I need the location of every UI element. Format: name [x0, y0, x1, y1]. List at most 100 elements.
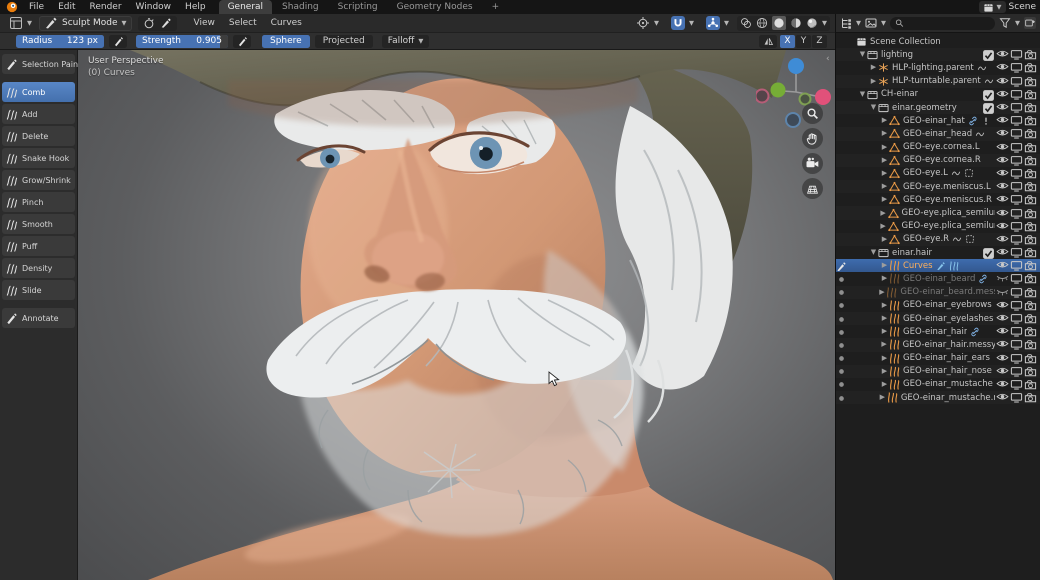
render-disable-icon[interactable]	[1024, 62, 1037, 73]
disclosure-right-icon[interactable]: ▶	[880, 325, 889, 338]
viewport-menu-select[interactable]: Select	[222, 16, 264, 30]
collection-checkbox[interactable]	[982, 49, 995, 62]
material-shading-icon[interactable]	[790, 17, 802, 29]
viewport-disable-icon[interactable]	[1010, 62, 1023, 74]
viewport-disable-icon[interactable]	[1010, 366, 1023, 377]
menu-window[interactable]: Window	[129, 0, 179, 14]
visibility-eye-icon[interactable]	[996, 353, 1009, 364]
viewport-disable-icon[interactable]	[1010, 89, 1023, 100]
tool-snake-hook[interactable]: Snake Hook	[2, 148, 75, 168]
render-disable-icon[interactable]	[1024, 379, 1037, 390]
render-disable-icon[interactable]	[1024, 89, 1037, 100]
show-gizmo-icon[interactable]	[706, 16, 720, 30]
outliner-item-label[interactable]: GEO-einar_head	[903, 129, 972, 139]
visibility-eye-icon[interactable]	[996, 221, 1009, 232]
render-disable-icon[interactable]	[1024, 221, 1037, 232]
viewport-disable-icon[interactable]	[1010, 142, 1023, 153]
sphere-toggle[interactable]: Sphere	[262, 34, 310, 48]
gizmos-dropdown[interactable]: ▼	[702, 16, 733, 31]
tab-[interactable]: +	[483, 0, 509, 14]
outliner-row[interactable]: ▶ GEO-einar_beard.messy	[836, 285, 1040, 299]
outliner-row[interactable]: ▶ GEO-eye.R	[836, 232, 1040, 246]
viewport-menu-curves[interactable]: Curves	[264, 16, 309, 30]
render-disable-icon[interactable]	[1024, 194, 1037, 205]
viewport-disable-icon[interactable]	[1010, 353, 1023, 364]
render-disable-icon[interactable]	[1024, 287, 1037, 298]
disclosure-right-icon[interactable]: ▶	[880, 180, 889, 193]
viewport-disable-icon[interactable]	[1010, 181, 1023, 192]
render-disable-icon[interactable]	[1024, 76, 1037, 87]
render-disable-icon[interactable]	[1024, 392, 1037, 403]
viewport-disable-icon[interactable]	[1010, 128, 1023, 139]
tab-scripting[interactable]: Scripting	[329, 0, 387, 14]
disclosure-right-icon[interactable]: ▶	[880, 312, 889, 325]
falloff-dropdown[interactable]: Falloff ▼	[381, 34, 430, 48]
outliner-row[interactable]: ▶ GEO-einar_hair_ears	[836, 352, 1040, 365]
visibility-eye-icon[interactable]	[996, 102, 1009, 113]
filter-type-icon[interactable]	[865, 17, 877, 29]
strength-pressure-toggle[interactable]	[233, 34, 251, 48]
outliner-row[interactable]: ▶ GEO-einar_hat	[836, 114, 1040, 127]
outliner-item-label[interactable]: GEO-eye.R	[903, 234, 949, 244]
render-disable-icon[interactable]	[1024, 128, 1037, 139]
disclosure-right-icon[interactable]: ▶	[880, 193, 889, 206]
projected-toggle[interactable]: Projected	[314, 34, 373, 48]
viewport-disable-icon[interactable]	[1010, 379, 1023, 390]
collection-checkbox[interactable]	[982, 102, 995, 114]
disclosure-down-icon[interactable]: ▼	[869, 246, 878, 259]
navigation-gizmo[interactable]	[756, 52, 835, 132]
tool-pinch[interactable]: Pinch	[2, 192, 75, 212]
outliner-item-label[interactable]: lighting	[881, 50, 913, 60]
outliner-row[interactable]: ▶ GEO-eye.plica_semilun	[836, 220, 1040, 233]
tab-shading[interactable]: Shading	[273, 0, 328, 14]
tool-smooth[interactable]: Smooth	[2, 214, 75, 234]
visibility-eye-icon[interactable]	[996, 168, 1009, 179]
outliner-row[interactable]: ▶ GEO-einar_head	[836, 127, 1040, 141]
visibility-eye-icon[interactable]	[996, 49, 1009, 60]
disclosure-down-icon[interactable]: ▼	[858, 88, 867, 101]
viewport-disable-icon[interactable]	[1010, 102, 1023, 113]
outliner-item-label[interactable]: GEO-eye.L	[903, 168, 948, 178]
render-disable-icon[interactable]	[1024, 115, 1037, 126]
mode-dropdown[interactable]: Sculpt Mode ▼	[39, 15, 132, 31]
snap-magnet-icon[interactable]	[671, 16, 685, 30]
outliner-item-label[interactable]: Curves	[903, 261, 933, 271]
visibility-eye-icon[interactable]	[996, 142, 1009, 153]
tab-geometry-nodes[interactable]: Geometry Nodes	[388, 0, 482, 14]
radius-pressure-toggle[interactable]	[109, 34, 127, 48]
menu-render[interactable]: Render	[83, 0, 129, 14]
viewport-disable-icon[interactable]	[1010, 155, 1023, 166]
visibility-eye-icon[interactable]	[996, 339, 1009, 350]
outliner-item-label[interactable]: GEO-einar_eyebrows	[903, 300, 992, 310]
viewport-menu-view[interactable]: View	[187, 16, 222, 30]
disclosure-right-icon[interactable]: ▶	[880, 338, 889, 351]
visibility-eye-icon[interactable]	[996, 89, 1009, 100]
symmetry-x-toggle[interactable]: X	[780, 34, 795, 48]
scene-name[interactable]: Scene	[1009, 2, 1036, 12]
visibility-eye-icon[interactable]	[996, 62, 1009, 73]
disclosure-right-icon[interactable]: ▶	[880, 272, 889, 285]
outliner-item-label[interactable]: GEO-einar_beard	[903, 274, 975, 284]
render-disable-icon[interactable]	[1024, 181, 1037, 192]
zoom-tool-button[interactable]	[802, 103, 823, 124]
blender-logo-icon[interactable]	[6, 1, 18, 13]
visibility-eye-icon[interactable]	[996, 260, 1009, 271]
outliner-row[interactable]: ▼ einar.geometry	[836, 100, 1040, 115]
3d-viewport[interactable]: User Perspective (0) Curves ‹	[78, 50, 835, 580]
visibility-eye-icon[interactable]	[996, 208, 1009, 219]
outliner-row[interactable]: ▶ GEO-eye.plica_semilun	[836, 206, 1040, 220]
tool-annotate[interactable]: Annotate	[2, 308, 75, 328]
visibility-eye-icon[interactable]	[996, 392, 1009, 403]
visibility-eye-icon[interactable]	[996, 326, 1009, 337]
disclosure-right-icon[interactable]: ▶	[880, 299, 889, 312]
outliner-row[interactable]: ▶ GEO-eye.cornea.L	[836, 141, 1040, 154]
outliner-item-label[interactable]: GEO-eye.cornea.L	[903, 142, 980, 152]
filter-icon[interactable]	[999, 17, 1011, 29]
visibility-eye-icon[interactable]	[996, 194, 1009, 205]
visibility-eye-icon[interactable]	[996, 313, 1009, 324]
render-disable-icon[interactable]	[1024, 49, 1037, 60]
new-collection-button[interactable]	[1024, 17, 1036, 29]
outliner-item-label[interactable]: GEO-eye.plica_semilun	[902, 221, 995, 231]
outliner-item-label[interactable]: CH-einar	[881, 89, 918, 99]
outliner-item-label[interactable]: GEO-einar_beard.messy	[900, 287, 995, 297]
